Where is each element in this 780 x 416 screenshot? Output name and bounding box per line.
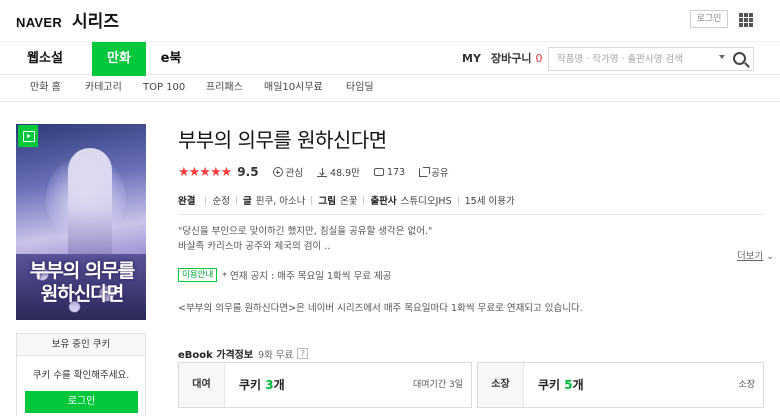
comment-count[interactable]: 173	[373, 166, 406, 178]
comment-icon	[373, 168, 384, 176]
artist-label: 그림	[318, 196, 336, 207]
subnav-comics-home[interactable]: 만화 홈	[30, 76, 61, 100]
subnav-freepass[interactable]: 프리패스	[206, 76, 243, 100]
subnav-timedeal[interactable]: 타임딜	[346, 76, 374, 100]
sub-nav: 만화 홈 카테고리 TOP 100 프리패스 매일10시무료 타임딜	[0, 76, 780, 102]
cart-label: 장바구니	[491, 52, 532, 65]
naver-logo[interactable]: NAVER	[16, 15, 62, 30]
rating-stars: ★★★★★	[178, 164, 232, 180]
own-price: 쿠키 5개	[538, 378, 584, 392]
series-logo[interactable]: 시리즈	[72, 7, 119, 32]
share-button[interactable]: 공유	[419, 165, 449, 179]
notice-row: 이용안내 * 연재 공지 : 매주 목요일 1화씩 무료 제공	[178, 268, 392, 282]
owned-login-button[interactable]: 로그인	[25, 391, 138, 413]
synopsis-text: <부부의 의무를 원하신다면>은 네이버 시리즈에서 매주 목요일마다 1화씩 …	[178, 303, 583, 314]
own-price-box[interactable]: 소장 쿠키 5개 소장	[477, 362, 764, 408]
download-icon	[317, 167, 328, 177]
status-label: 완결	[178, 196, 196, 207]
own-right-label: 소장	[738, 380, 755, 390]
owned-cookie-message: 쿠키 수를 확인해주세요.	[32, 370, 130, 381]
age-rating: 15세 이용가	[464, 196, 515, 207]
description-line-1: "당신을 부인으로 맞이하긴 했지만, 침실을 공유할 생각은 없어."	[178, 226, 433, 237]
top-header: NAVER 시리즈 로그인	[0, 0, 780, 40]
brand-logo[interactable]: NAVER 시리즈	[16, 7, 119, 32]
notice-text: * 연재 공지 : 매주 목요일 1화씩 무료 제공	[222, 271, 392, 282]
tab-comics[interactable]: 만화	[92, 42, 146, 76]
search-input[interactable]	[557, 48, 707, 70]
play-badge-icon	[18, 125, 38, 147]
cart-link[interactable]: 장바구니 0	[491, 42, 542, 76]
interest-button[interactable]: 관심	[272, 165, 304, 179]
comment-value: 173	[386, 166, 406, 178]
subnav-daily-free[interactable]: 매일10시무료	[264, 76, 323, 100]
cart-count: 0	[535, 52, 543, 65]
rent-period: 대여기간 3일	[413, 380, 463, 390]
search-scope-dropdown-icon[interactable]	[719, 55, 725, 59]
download-value: 48.9만	[330, 168, 360, 179]
publisher-link[interactable]: 스튜디오JHS	[401, 193, 452, 207]
more-button[interactable]: 더보기	[737, 248, 774, 262]
owned-cookie-heading: 보유 중인 쿠키	[17, 334, 145, 356]
my-link[interactable]: MY	[462, 42, 481, 76]
ebook-price-heading: eBook 가격정보 9화 무료 ?	[178, 346, 309, 361]
stats-row: ★★★★★ 9.5 관심 48.9만 173 공유	[178, 164, 449, 180]
meta-row: 완결 순정 글 핀쿠, 아소나 그림 온꽃 출판사 스튜디오JHS 15세 이용가	[178, 193, 515, 207]
rent-price: 쿠키 3개	[239, 378, 285, 392]
free-episodes-note: 9화 무료	[258, 349, 294, 361]
subnav-top100[interactable]: TOP 100	[143, 76, 185, 100]
help-icon[interactable]: ?	[297, 348, 309, 359]
publisher-label: 출판사	[370, 196, 397, 207]
writer-label: 글	[242, 196, 252, 207]
share-label: 공유	[431, 168, 449, 179]
download-count: 48.9만	[317, 165, 360, 179]
artist-link[interactable]: 온꽃	[340, 193, 357, 207]
usage-guide-tag[interactable]: 이용안내	[178, 268, 218, 282]
rating-score: 9.5	[237, 165, 259, 179]
cover-image[interactable]: 부부의 의무를 원하신다면	[16, 124, 146, 320]
plus-circle-icon	[272, 167, 283, 177]
tab-webnovel[interactable]: 웹소설	[20, 42, 70, 76]
login-button[interactable]: 로그인	[690, 10, 728, 28]
genre-link[interactable]: 순정	[212, 193, 229, 207]
ebook-heading: eBook 가격정보	[178, 350, 254, 361]
cover-character	[68, 148, 112, 268]
cover-title-text: 부부의 의무를 원하신다면	[29, 260, 136, 305]
rent-price-box[interactable]: 대여 쿠키 3개 대여기간 3일	[178, 362, 472, 408]
description-line-2: 바살족 카리스마 공주와 제국의 검이 ..	[178, 241, 331, 252]
description: "당신을 부인으로 맞이하긴 했지만, 침실을 공유할 생각은 없어." 바살족…	[178, 224, 432, 254]
main-nav: 웹소설 만화 e북 MY 장바구니 0	[0, 41, 780, 76]
writer-link[interactable]: 핀쿠, 아소나	[256, 193, 306, 207]
subnav-category[interactable]: 카테고리	[85, 76, 122, 100]
interest-label: 관심	[285, 168, 304, 179]
own-label: 소장	[478, 363, 524, 407]
divider	[178, 214, 764, 215]
work-title: 부부의 의무를 원하신다면	[178, 128, 387, 152]
share-icon	[419, 166, 431, 177]
rent-label: 대여	[179, 363, 225, 407]
search-icon[interactable]	[733, 52, 746, 65]
app-grid-icon[interactable]	[739, 13, 753, 27]
tab-ebook[interactable]: e북	[154, 42, 188, 76]
owned-cookie-panel: 보유 중인 쿠키 쿠키 수를 확인해주세요. 로그인	[16, 333, 146, 416]
search-box	[548, 47, 754, 71]
